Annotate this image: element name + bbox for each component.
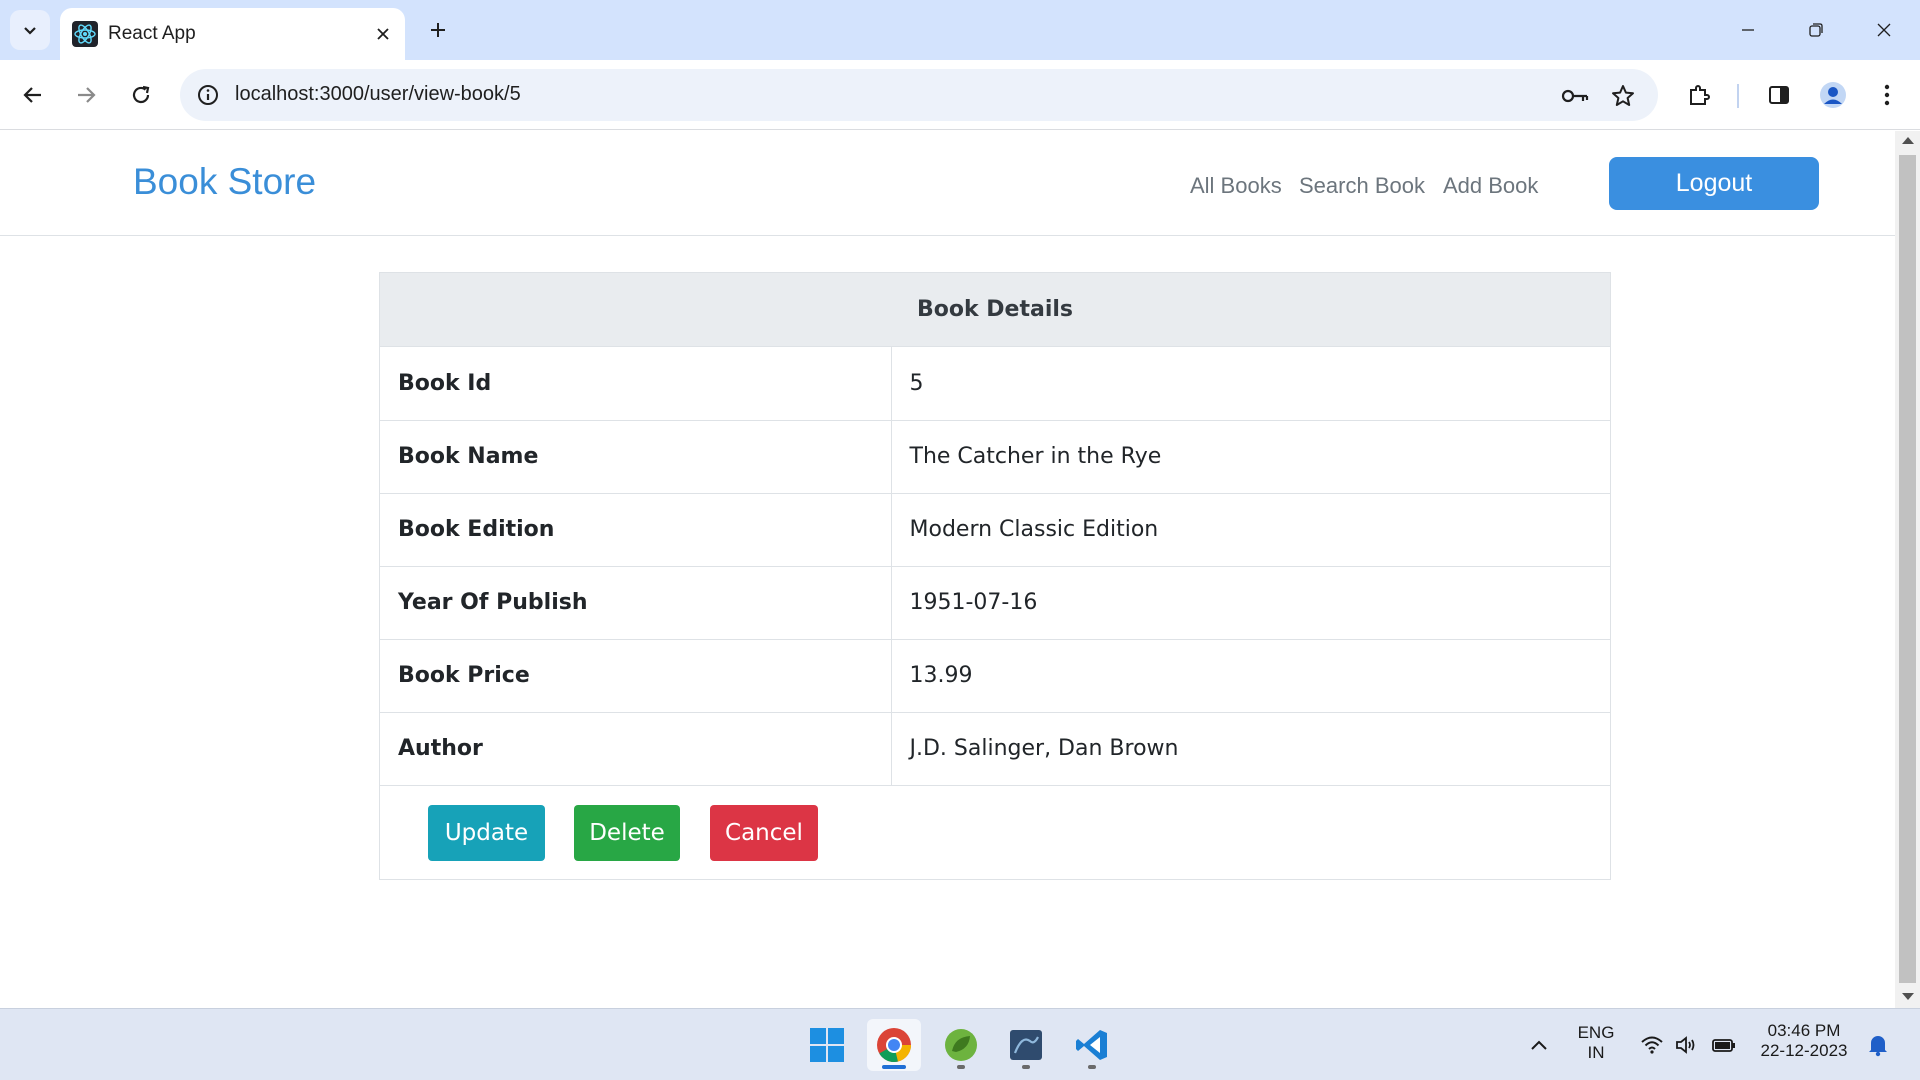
language-code: ENG <box>1577 1023 1615 1042</box>
running-indicator <box>1088 1065 1096 1069</box>
taskbar-vscode[interactable] <box>1065 1019 1119 1071</box>
card-title: Book Details <box>380 273 1610 347</box>
action-bar: Update Delete Cancel <box>380 785 1610 879</box>
wifi-icon[interactable] <box>1638 1031 1666 1059</box>
row-label: Year Of Publish <box>380 566 892 640</box>
table-row: Year Of Publish 1951-07-16 <box>380 566 1610 640</box>
url-text[interactable]: localhost:3000/user/view-book/5 <box>235 83 521 106</box>
volume-icon[interactable] <box>1672 1031 1700 1059</box>
clock[interactable]: 03:46 PM 22-12-2023 <box>1756 1021 1852 1061</box>
logout-button[interactable]: Logout <box>1609 157 1819 210</box>
more-vertical-icon <box>1884 84 1890 106</box>
taskbar-chrome[interactable] <box>867 1019 921 1071</box>
active-indicator <box>882 1065 906 1069</box>
forward-button[interactable] <box>65 74 107 116</box>
spring-leaf-icon <box>945 1029 977 1061</box>
table-row: Book Name The Catcher in the Rye <box>380 420 1610 494</box>
page-content: Book Store All Books Search Book Add Boo… <box>0 131 1895 1008</box>
notification-bell-icon[interactable] <box>1864 1031 1892 1059</box>
start-button[interactable] <box>800 1019 854 1071</box>
scroll-thumb[interactable] <box>1899 155 1916 983</box>
row-label: Book Name <box>380 420 892 494</box>
table-row: Book Price 13.99 <box>380 639 1610 713</box>
new-tab-button[interactable] <box>422 14 454 46</box>
brand-link[interactable]: Book Store <box>133 161 316 203</box>
page-scrollbar[interactable] <box>1895 131 1920 1008</box>
vscode-icon <box>1076 1030 1107 1060</box>
table-row: Book Id 5 <box>380 347 1610 421</box>
row-label: Book Id <box>380 347 892 421</box>
site-info-icon[interactable] <box>194 81 222 109</box>
menu-button[interactable] <box>1866 74 1908 116</box>
windows-taskbar: ENG IN 03:46 PM 22-12-2023 <box>0 1008 1920 1080</box>
row-label: Book Edition <box>380 493 892 567</box>
table-row: Book Edition Modern Classic Edition <box>380 493 1610 567</box>
tab-search-button[interactable] <box>10 10 50 50</box>
cancel-button[interactable]: Cancel <box>710 805 818 861</box>
mysql-workbench-icon <box>1010 1030 1042 1060</box>
row-value: 1951-07-16 <box>891 566 1610 640</box>
browser-toolbar: localhost:3000/user/view-book/5 <box>0 60 1920 130</box>
delete-button[interactable]: Delete <box>574 805 680 861</box>
running-indicator <box>1022 1065 1030 1069</box>
plus-icon <box>431 23 445 37</box>
arrow-right-icon <box>78 87 96 103</box>
chrome-icon <box>877 1028 911 1062</box>
scroll-up-arrow-icon[interactable] <box>1902 137 1914 144</box>
browser-tab[interactable]: React App <box>60 8 405 60</box>
row-value: The Catcher in the Rye <box>891 420 1610 494</box>
clock-time: 03:46 PM <box>1767 1021 1841 1040</box>
react-logo-icon <box>72 21 98 47</box>
row-value: 13.99 <box>891 639 1610 713</box>
side-panel-button[interactable] <box>1758 74 1800 116</box>
toolbar-separator <box>1737 84 1739 108</box>
language-indicator[interactable]: ENG IN <box>1574 1023 1618 1063</box>
key-icon[interactable] <box>1558 79 1592 113</box>
puzzle-icon <box>1690 85 1710 105</box>
extensions-button[interactable] <box>1678 74 1720 116</box>
region-code: IN <box>1587 1043 1605 1062</box>
running-indicator <box>957 1065 965 1069</box>
close-window-button[interactable] <box>1856 8 1912 52</box>
taskbar-spring-tool[interactable] <box>934 1019 988 1071</box>
reload-button[interactable] <box>120 74 162 116</box>
profile-avatar-icon <box>1820 82 1846 108</box>
arrow-left-icon <box>23 87 41 103</box>
nav-link-add-book[interactable]: Add Book <box>1443 173 1538 199</box>
nav-link-all-books[interactable]: All Books <box>1190 173 1282 199</box>
chevron-down-icon <box>24 27 36 35</box>
row-value: 5 <box>891 347 1610 421</box>
tab-close-button[interactable] <box>370 21 396 47</box>
book-details-card: Book Details Book Id 5 Book Name The Cat… <box>379 272 1611 880</box>
windows-logo-icon <box>810 1028 844 1062</box>
address-bar[interactable]: localhost:3000/user/view-book/5 <box>180 69 1658 121</box>
restore-button[interactable] <box>1788 8 1844 52</box>
update-button[interactable]: Update <box>428 805 545 861</box>
minimize-button[interactable] <box>1720 8 1776 52</box>
chevron-up-icon[interactable] <box>1525 1031 1553 1059</box>
back-button[interactable] <box>12 74 54 116</box>
row-value: J.D. Salinger, Dan Brown <box>891 712 1610 786</box>
star-icon[interactable] <box>1606 79 1640 113</box>
tab-strip: React App <box>0 0 1920 60</box>
app-navbar: Book Store All Books Search Book Add Boo… <box>0 131 1895 236</box>
row-value: Modern Classic Edition <box>891 493 1610 567</box>
close-icon <box>377 28 389 40</box>
side-panel-icon <box>1769 86 1789 104</box>
nav-link-search-book[interactable]: Search Book <box>1299 173 1425 199</box>
minimize-icon <box>1742 29 1754 31</box>
row-label: Author <box>380 712 892 786</box>
tab-title: React App <box>108 23 196 44</box>
taskbar-mysql-workbench[interactable] <box>999 1019 1053 1071</box>
table-row: Author J.D. Salinger, Dan Brown <box>380 712 1610 786</box>
scroll-down-arrow-icon[interactable] <box>1902 993 1914 1000</box>
profile-button[interactable] <box>1812 74 1854 116</box>
close-icon <box>1877 23 1891 37</box>
clock-date: 22-12-2023 <box>1760 1041 1848 1060</box>
book-details-table: Book Id 5 Book Name The Catcher in the R… <box>380 347 1610 786</box>
battery-icon[interactable] <box>1710 1031 1738 1059</box>
reload-icon <box>132 85 150 104</box>
restore-icon <box>1809 23 1823 37</box>
row-label: Book Price <box>380 639 892 713</box>
